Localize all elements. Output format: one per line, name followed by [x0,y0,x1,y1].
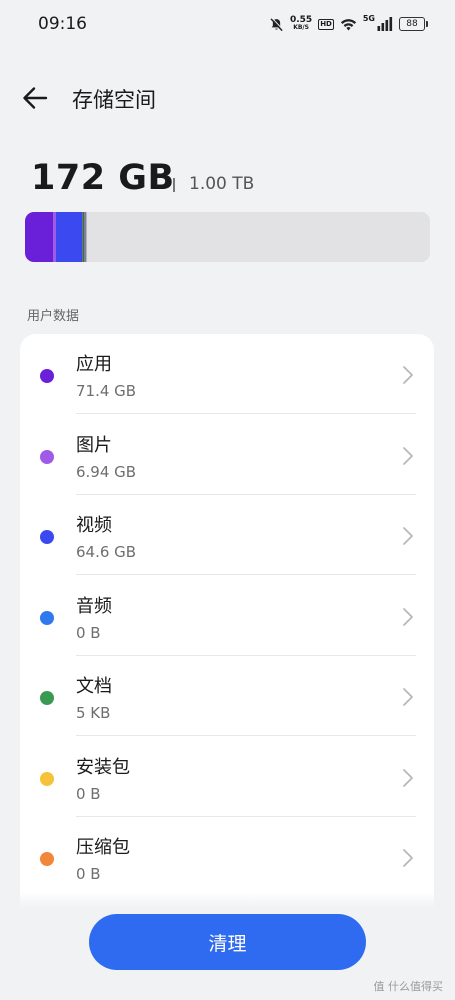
signal-icon [377,17,393,31]
category-size: 6.94 GB [76,462,137,481]
mute-bell-icon [270,17,284,31]
network-speed: 0.55 KB/S [290,16,312,32]
status-bar: 09:16 0.55 KB/S HD 5G 88 [0,0,455,48]
watermark: 值 什么值得买 [373,980,444,993]
category-size: 0 B [76,784,101,803]
category-size: 64.6 GB [76,543,137,561]
category-color-dot [40,610,54,625]
category-name: 安装包 [76,756,130,778]
back-button[interactable] [20,84,50,112]
battery-level: 88 [406,19,418,29]
used-storage: 172 GB [31,158,175,198]
chevron-right-icon [403,849,413,867]
section-label-user-data: 用户数据 [27,309,80,324]
network-speed-value: 0.55 [289,15,313,25]
category-row[interactable]: 文档 5 KB [20,656,434,736]
category-row[interactable]: 安装包 0 B [20,737,434,817]
network-speed-unit: KB/S [293,24,309,31]
chevron-right-icon [403,446,413,465]
category-size: 71.4 GB [76,382,137,400]
status-icons: 0.55 KB/S HD 5G 88 [269,14,428,34]
category-name: 音频 [76,595,112,617]
category-list: 应用 71.4 GB 图片 6.94 GB 视频 64.6 GB 音频 0 B 文档 5 KB 安装… [20,334,434,934]
wifi-icon [340,18,356,31]
category-row[interactable]: 应用 71.4 GB [20,334,434,414]
chevron-right-icon [403,366,413,384]
category-size: 5 KB [76,704,111,722]
battery-indicator: 88 [399,17,428,31]
usage-bar-segment [55,212,82,262]
total-storage: 1.00 TB [189,174,255,194]
page-title: 存储空间 [72,88,156,112]
status-time: 09:16 [38,14,87,34]
app-header: 存储空间 [0,70,455,126]
category-color-dot [40,449,54,464]
category-row[interactable]: 音频 0 B [20,576,434,656]
category-color-dot [40,369,54,383]
category-color-dot [40,691,54,705]
category-color-dot [40,530,54,544]
network-type: 5G [362,14,375,23]
chevron-right-icon [403,607,413,626]
chevron-right-icon [403,688,413,706]
hd-badge: HD [318,18,334,30]
back-arrow-icon [23,87,48,109]
category-color-dot [40,771,54,786]
storage-separator [173,178,175,192]
chevron-right-icon [403,527,413,545]
category-name: 压缩包 [76,837,130,858]
chevron-right-icon [403,768,413,787]
usage-bar-segment [85,212,87,262]
category-size: 0 B [76,623,101,642]
category-name: 文档 [76,676,112,697]
usage-bar-segment [25,212,54,262]
category-name: 图片 [76,434,112,456]
category-row[interactable]: 视频 64.6 GB [20,495,434,575]
category-color-dot [40,852,54,866]
clean-button[interactable]: 清理 [89,914,366,970]
storage-usage-bar [25,212,430,262]
category-row[interactable]: 图片 6.94 GB [20,415,434,495]
category-name: 视频 [76,515,112,536]
category-size: 0 B [76,865,101,883]
category-name: 应用 [76,354,112,375]
category-row[interactable]: 压缩包 0 B [20,817,434,897]
